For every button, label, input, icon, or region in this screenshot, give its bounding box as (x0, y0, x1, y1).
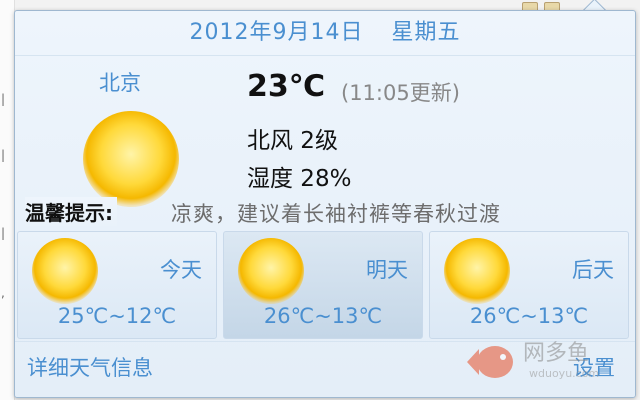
forecast-day-after-tomorrow[interactable]: 后天 26℃~13℃ (429, 231, 629, 339)
weather-popup: 2012年9月14日 星期五 北京 23℃ (11:05更新) 北风 2级 湿度 … (14, 10, 636, 398)
date-text: 2012年9月14日 (189, 20, 364, 45)
wind-info: 北风 2级 (247, 128, 338, 154)
background-text-fragment: | (1, 92, 6, 106)
forecast-temp-range: 26℃~13℃ (263, 304, 383, 328)
update-time: (11:05更新) (341, 81, 460, 105)
tip-row: 温馨提示: 凉爽，建议着长袖衬裤等春秋过渡 (25, 197, 631, 227)
tip-text: 凉爽，建议着长袖衬裤等春秋过渡 (171, 202, 501, 226)
fish-logo-icon (467, 346, 513, 378)
background-text-fragment: | (1, 148, 6, 162)
forecast-day-today[interactable]: 今天 25℃~12℃ (17, 231, 217, 339)
tip-label: 温馨提示: (25, 197, 117, 226)
forecast-day-tomorrow[interactable]: 明天 26℃~13℃ (223, 231, 423, 339)
forecast-temp-range: 26℃~13℃ (469, 304, 589, 328)
background-page-edge: | | | , (0, 0, 15, 400)
city-name[interactable]: 北京 (99, 67, 141, 97)
watermark-domain: wduoyu.com (529, 367, 600, 380)
background-text-fragment: | (1, 226, 6, 240)
sunny-icon (32, 238, 98, 304)
forecast-temp-range: 25℃~12℃ (57, 304, 177, 328)
sunny-icon (238, 238, 304, 304)
weekday-text: 星期五 (391, 20, 461, 45)
forecast-day-name: 今天 (160, 258, 202, 282)
forecast-day-name: 后天 (572, 258, 614, 282)
forecast-day-name: 明天 (366, 258, 408, 282)
background-text-fragment: , (1, 286, 5, 300)
weather-details-link[interactable]: 详细天气信息 (27, 352, 153, 382)
humidity-info: 湿度 28% (247, 166, 352, 192)
watermark-logo: 网多鱼 wduoyu.com (463, 333, 640, 393)
sunny-icon (444, 238, 510, 304)
current-temperature: 23℃ (247, 69, 326, 104)
forecast-row: 今天 25℃~12℃ 明天 26℃~13℃ 后天 26℃~13℃ (15, 231, 635, 339)
sunny-icon (83, 111, 179, 207)
watermark-brand: 网多鱼 (523, 341, 590, 366)
date-header: 2012年9月14日 星期五 (15, 11, 635, 56)
